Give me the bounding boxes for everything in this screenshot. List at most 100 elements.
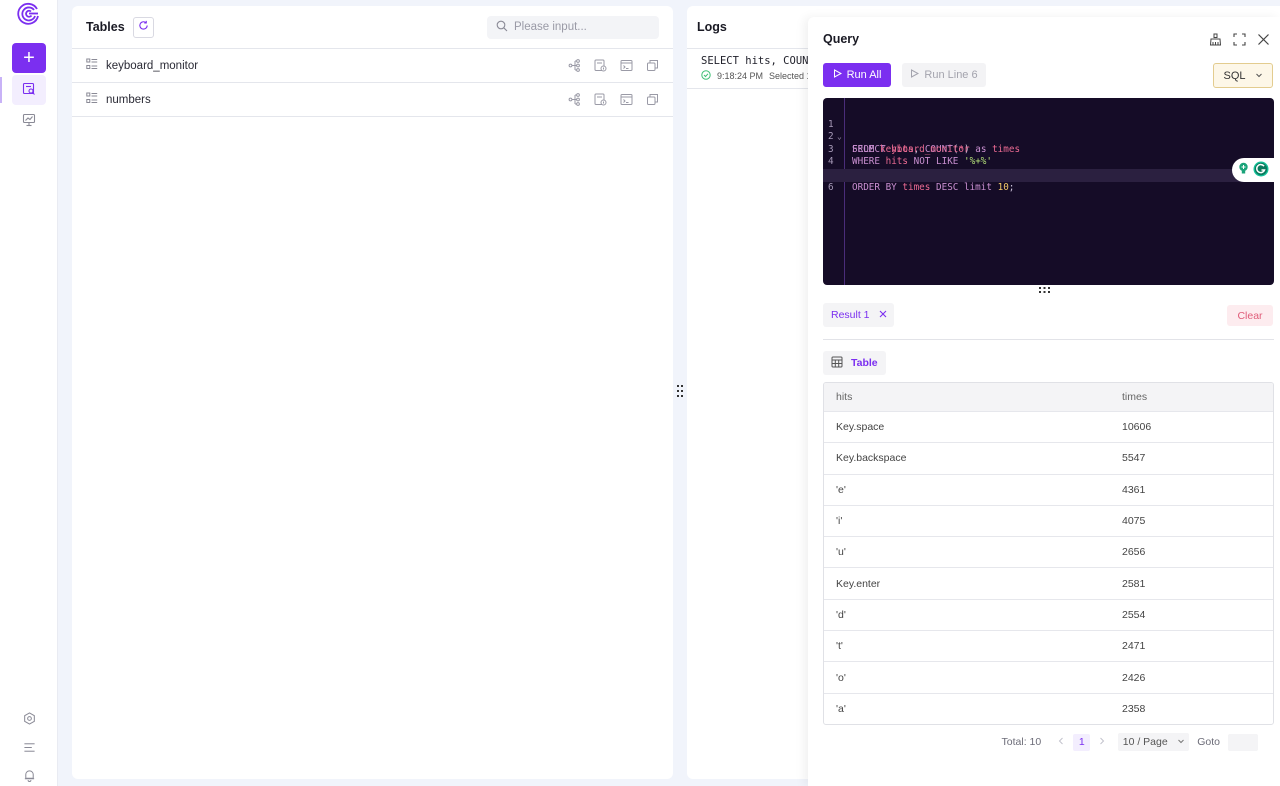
tables-panel: Tables Please input... keyboard_monitor … — [72, 6, 673, 779]
language-select[interactable]: SQL — [1213, 63, 1273, 88]
next-page-button[interactable] — [1092, 736, 1112, 748]
table-row: 'u' 2656 — [824, 536, 1273, 567]
settings-button[interactable] — [19, 710, 39, 730]
table-row: Key.backspace 5547 — [824, 442, 1273, 473]
cell-times: 4361 — [1122, 483, 1146, 496]
clear-editor-button[interactable] — [1208, 32, 1222, 46]
active-indicator — [0, 77, 2, 103]
drag-handle-icon — [1038, 282, 1050, 296]
terminal-icon[interactable] — [619, 59, 633, 73]
cell-hits: 'd' — [836, 608, 846, 621]
refresh-icon — [138, 20, 149, 34]
table-icon — [86, 58, 98, 73]
table-info-icon[interactable] — [593, 93, 607, 107]
left-rail: + — [0, 0, 58, 786]
result-tab[interactable]: Result 1 — [823, 303, 894, 327]
close-icon — [1256, 32, 1270, 46]
close-result-icon[interactable] — [879, 309, 887, 321]
result-tab-label: Result 1 — [831, 309, 870, 321]
table-row: 't' 2471 — [824, 630, 1273, 661]
greptime-logo-icon[interactable] — [17, 1, 41, 25]
cell-times: 2656 — [1122, 546, 1146, 559]
code-line: 2 FROM keyboard_monitor — [828, 131, 970, 155]
clear-results-button[interactable]: Clear — [1227, 305, 1273, 326]
menu-button[interactable] — [19, 739, 39, 759]
run-line-button[interactable]: Run Line 6 — [902, 63, 986, 87]
table-row: Key.space 10606 — [824, 411, 1273, 442]
cell-hits: 't' — [836, 640, 843, 653]
editor-assistant[interactable] — [1232, 158, 1274, 182]
chevron-down-icon — [1177, 736, 1185, 748]
copy-icon[interactable] — [645, 93, 659, 107]
table-info-icon[interactable] — [593, 59, 607, 73]
column-header-times[interactable]: times — [1111, 391, 1147, 403]
cell-hits: 'o' — [836, 671, 846, 684]
schema-tree-icon[interactable] — [567, 93, 581, 107]
table-list-item[interactable]: numbers — [72, 83, 673, 117]
sql-editor[interactable]: 1 ⌄ SELECT hits, COUNT(*) as times 2 FRO… — [823, 98, 1274, 285]
cell-times: 2581 — [1122, 577, 1146, 590]
code-line: 4 GROUP BY hits — [823, 144, 1274, 180]
cell-times: 5547 — [1122, 452, 1146, 465]
table-search[interactable] — [487, 15, 659, 39]
cell-hits: 'a' — [836, 702, 846, 715]
page-1-button[interactable]: 1 — [1073, 733, 1091, 751]
table-name: keyboard_monitor — [106, 59, 199, 72]
code-line: 5 ORDER BY times DESC limit 10; — [823, 156, 1274, 193]
success-check-icon — [701, 70, 711, 82]
table-row: 'e' 4361 — [824, 473, 1273, 505]
total-count: Total: 10 — [1001, 736, 1042, 748]
copy-icon[interactable] — [645, 59, 659, 73]
cell-hits: 'u' — [836, 546, 846, 559]
search-icon — [496, 20, 508, 35]
log-time: 9:18:24 PM — [717, 71, 764, 81]
tables-title: Tables — [86, 20, 125, 34]
query-drawer: Query Run All Run Line 6 SQL 1 ⌄ SELECT … — [808, 17, 1280, 786]
broom-icon — [1208, 32, 1222, 46]
table-row: 'o' 2426 — [824, 661, 1273, 692]
fullscreen-button[interactable] — [1232, 32, 1246, 46]
cell-times: 2426 — [1122, 671, 1146, 684]
editor-resize-handle[interactable] — [808, 285, 1280, 293]
page-size-value: 10 / Page — [1122, 736, 1168, 748]
fullscreen-icon — [1232, 32, 1246, 46]
grammarly-icon[interactable] — [1253, 161, 1269, 180]
prev-page-button[interactable] — [1051, 736, 1071, 748]
close-drawer-button[interactable] — [1256, 32, 1270, 46]
cell-times: 4075 — [1122, 515, 1146, 528]
table-row: Key.enter 2581 — [824, 567, 1273, 598]
run-all-label: Run All — [846, 69, 882, 81]
terminal-icon[interactable] — [619, 93, 633, 107]
schema-tree-icon[interactable] — [567, 59, 581, 73]
goto-page-input[interactable] — [1228, 733, 1258, 751]
code-line: 3 WHERE hits NOT LIKE '%+%' — [828, 143, 992, 168]
cell-times: 10606 — [1122, 421, 1152, 434]
sidebar-item-query[interactable] — [12, 75, 46, 105]
table-search-input[interactable] — [514, 21, 654, 33]
run-all-button[interactable]: Run All — [823, 63, 891, 87]
chevron-down-icon — [1255, 70, 1263, 82]
cell-hits: 'e' — [836, 483, 846, 496]
table-grid-icon — [831, 356, 843, 371]
line-number: 6 — [828, 181, 834, 193]
table-view-label: Table — [851, 357, 878, 369]
lightbulb-icon[interactable] — [1237, 162, 1250, 178]
table-list-item[interactable]: keyboard_monitor — [72, 49, 673, 83]
cell-hits: Key.enter — [836, 577, 881, 590]
notifications-button[interactable] — [19, 767, 39, 786]
new-query-button[interactable]: + — [12, 43, 46, 73]
panel-resize-handle[interactable] — [675, 384, 685, 400]
refresh-tables-button[interactable] — [132, 16, 154, 38]
results-divider — [823, 339, 1274, 340]
menu-icon — [23, 741, 36, 757]
goto-label: Goto — [1197, 736, 1220, 748]
query-title: Query — [823, 32, 860, 46]
sidebar-item-dashboard[interactable] — [12, 106, 46, 136]
pagination: Total: 10 1 10 / Page Goto — [1002, 733, 1258, 751]
page-size-select[interactable]: 10 / Page — [1118, 733, 1190, 751]
cell-times: 2358 — [1122, 702, 1146, 715]
column-header-hits[interactable]: hits — [824, 391, 1111, 403]
table-icon — [86, 92, 98, 107]
cell-times: 2554 — [1122, 608, 1146, 621]
table-view-tab[interactable]: Table — [823, 351, 886, 375]
